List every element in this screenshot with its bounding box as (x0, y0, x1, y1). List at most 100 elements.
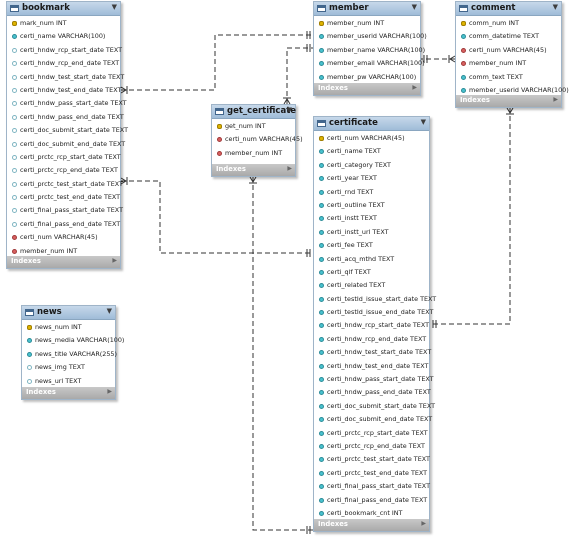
column-row[interactable]: member_num INT (314, 17, 420, 30)
column-row[interactable]: certi_year TEXT (314, 172, 429, 185)
table-icon (459, 5, 468, 12)
collapse-arrow-icon[interactable]: ▼ (421, 118, 426, 126)
column-row[interactable]: get_num INT (212, 120, 295, 133)
column-row[interactable]: comm_num INT (456, 17, 561, 30)
column-row[interactable]: certi_instt TEXT (314, 212, 429, 225)
collapse-arrow-icon[interactable]: ▼ (107, 307, 112, 315)
column-row[interactable]: certi_final_pass_end_date TEXT (314, 494, 429, 507)
table-header[interactable]: news ▼ (22, 306, 115, 320)
collapse-arrow-icon[interactable]: ▼ (553, 3, 558, 11)
column-row[interactable]: certi_prctc_rcp_start_date TEXT (7, 151, 121, 164)
column-row[interactable]: certi_hndw_rcp_start_date TEXT (7, 44, 122, 57)
column-row[interactable]: certi_hndw_rcp_start_date TEXT (314, 319, 429, 332)
expand-arrow-icon[interactable]: ▶ (412, 84, 417, 91)
column-row[interactable]: certi_outline TEXT (314, 199, 429, 212)
column-row[interactable]: certi_final_pass_end_date TEXT (7, 218, 120, 231)
column-row[interactable]: comm_text TEXT (456, 71, 561, 84)
column-row[interactable]: certi_hndw_test_end_date TEXT (314, 360, 429, 373)
column-row[interactable]: certi_testId_issue_end_date TEXT (314, 306, 433, 319)
column-row[interactable]: certi_hndw_test_end_date TEXT (7, 84, 121, 97)
column-row[interactable]: certi_doc_submit_end_date TEXT (7, 138, 125, 151)
column-row[interactable]: certi_num VARCHAR(45) (212, 133, 303, 146)
column-row[interactable]: member_userid VARCHAR(100) (314, 30, 427, 43)
column-row[interactable]: certi_rnd TEXT (314, 186, 429, 199)
column-row[interactable]: certi_doc_submit_start_date TEXT (314, 400, 435, 413)
expand-arrow-icon[interactable]: ▶ (553, 96, 558, 103)
expand-arrow-icon[interactable]: ▶ (287, 165, 292, 172)
not-null-column-icon (319, 61, 324, 67)
column-row[interactable]: certi_doc_submit_end_date TEXT (314, 413, 432, 426)
indexes-section[interactable]: Indexes ▶ (22, 387, 115, 399)
expand-arrow-icon[interactable]: ▶ (112, 257, 117, 264)
column-row[interactable]: certi_hndw_pass_start_date TEXT (314, 373, 434, 386)
column-row[interactable]: news_num INT (22, 321, 115, 334)
table-news[interactable]: news ▼ news_num INT news_media VARCHAR(10… (21, 305, 124, 400)
table-comment[interactable]: comment ▼ comm_num INT comm_datetime TEXT… (455, 1, 569, 108)
expand-arrow-icon[interactable]: ▶ (107, 388, 112, 395)
column-row[interactable]: certi_hndw_pass_end_date TEXT (7, 111, 124, 124)
column-row[interactable]: member_num INT (212, 147, 295, 160)
column-row[interactable]: certi_testId_issue_start_date TEXT (314, 293, 436, 306)
column-row[interactable]: certi_acq_mthd TEXT (314, 253, 429, 266)
column-row[interactable]: certi_hndw_rcp_end_date TEXT (314, 333, 429, 346)
column-row[interactable]: certi_prctc_test_end_date TEXT (314, 467, 429, 480)
column-row[interactable]: certi_related TEXT (314, 279, 429, 292)
column-row[interactable]: member_num INT (456, 57, 561, 70)
column-row[interactable]: certi_category TEXT (314, 159, 429, 172)
indexes-section[interactable]: Indexes ▶ (314, 519, 429, 531)
table-header[interactable]: certificate ▼ (314, 117, 429, 131)
column-row[interactable]: certi_hndw_pass_end_date TEXT (314, 386, 431, 399)
column-text: certi_num VARCHAR(45) (225, 135, 303, 144)
column-row[interactable]: certi_doc_submit_start_date TEXT (7, 124, 128, 137)
column-row[interactable]: certi_hndw_rcp_end_date TEXT (7, 57, 120, 70)
column-row[interactable]: member_name VARCHAR(100) (314, 44, 425, 57)
not-null-column-icon (319, 310, 324, 316)
indexes-section[interactable]: Indexes ▶ (314, 83, 420, 95)
indexes-section[interactable]: Indexes ▶ (7, 256, 120, 268)
table-get-certificate[interactable]: get_certificate ▼ get_num INT certi_num V… (211, 104, 303, 177)
table-header[interactable]: get_certificate ▼ (212, 105, 296, 119)
table-header[interactable]: bookmark ▼ (7, 2, 120, 16)
column-row[interactable]: certi_prctc_rcp_end_date TEXT (314, 440, 429, 453)
column-row[interactable]: certi_name TEXT (314, 145, 429, 158)
column-row[interactable]: certi_qlf TEXT (314, 266, 429, 279)
indexes-section[interactable]: Indexes ▶ (456, 95, 561, 107)
column-row[interactable]: certi_hndw_test_start_date TEXT (314, 346, 431, 359)
column-row[interactable]: certi_num VARCHAR(45) (456, 44, 561, 57)
indexes-section[interactable]: Indexes ▶ (212, 164, 295, 176)
column-row[interactable]: mark_num INT (7, 17, 120, 30)
table-bookmark[interactable]: bookmark ▼ mark_num INT certi_name VARCHA… (6, 1, 128, 269)
table-header[interactable]: member ▼ (314, 2, 420, 16)
column-row[interactable]: news_img TEXT (22, 361, 115, 374)
column-row[interactable]: news_url TEXT (22, 375, 115, 388)
column-row[interactable]: certi_prctc_test_start_date TEXT (7, 178, 123, 191)
column-icon (12, 47, 17, 53)
column-row[interactable]: certi_num VARCHAR(45) (314, 132, 429, 145)
column-row[interactable]: news_media VARCHAR(100) (22, 334, 124, 347)
table-member[interactable]: member ▼ member_num INT member_userid VAR… (313, 1, 427, 96)
collapse-arrow-icon[interactable]: ▼ (412, 3, 417, 11)
column-row[interactable]: certi_hndw_test_start_date TEXT (7, 71, 124, 84)
column-row[interactable]: certi_num VARCHAR(45) (7, 231, 120, 244)
expand-arrow-icon[interactable]: ▶ (421, 520, 426, 527)
column-row[interactable]: certi_hndw_pass_start_date TEXT (7, 97, 127, 110)
column-row[interactable]: certi_final_pass_start_date TEXT (314, 480, 430, 493)
column-row[interactable]: certi_prctc_test_start_date TEXT (314, 453, 430, 466)
column-row[interactable]: certi_instt_url TEXT (314, 226, 429, 239)
table-header[interactable]: comment ▼ (456, 2, 561, 16)
column-row[interactable]: comm_datetime TEXT (456, 30, 561, 43)
column-row[interactable]: certi_fee TEXT (314, 239, 429, 252)
column-row[interactable]: certi_final_pass_start_date TEXT (7, 204, 123, 217)
table-certificate[interactable]: certificate ▼ certi_num VARCHAR(45) certi… (313, 116, 436, 532)
collapse-arrow-icon[interactable]: ▼ (287, 106, 292, 114)
column-row[interactable]: news_title VARCHAR(255) (22, 348, 117, 361)
column-text: certi_doc_submit_end_date TEXT (20, 139, 126, 148)
column-row[interactable]: certi_prctc_test_end_date TEXT (7, 191, 120, 204)
column-row[interactable]: certi_prctc_rcp_end_date TEXT (7, 164, 120, 177)
column-row[interactable]: certi_name VARCHAR(100) (7, 30, 120, 43)
collapse-arrow-icon[interactable]: ▼ (112, 3, 117, 11)
column-row[interactable]: member_pw VARCHAR(100) (314, 71, 420, 84)
foreign-key-icon (12, 248, 17, 254)
column-row[interactable]: member_email VARCHAR(100) (314, 57, 425, 70)
column-row[interactable]: certi_prctc_rcp_start_date TEXT (314, 427, 429, 440)
